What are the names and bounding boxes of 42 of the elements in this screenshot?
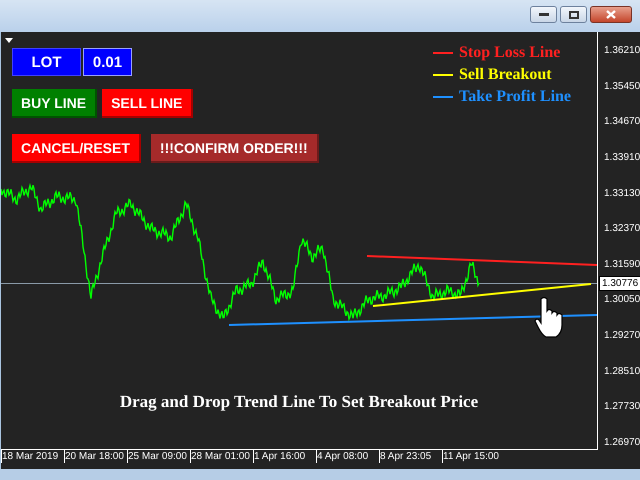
order-button[interactable]: SELL LINE — [102, 89, 194, 118]
lot-label: LOT — [12, 48, 81, 76]
time-tick: 4 Apr 08:00 — [316, 449, 379, 463]
legend-label: Take Profit Line — [459, 88, 572, 106]
price-tick: 1.29270 — [603, 330, 640, 342]
price-tick: 1.33130 — [603, 188, 640, 200]
maximize-button[interactable] — [560, 6, 587, 23]
price-tick: 1.32370 — [603, 223, 640, 236]
close-button[interactable] — [590, 6, 632, 23]
maximize-icon — [568, 10, 578, 18]
price-tick: 1.36210 — [603, 45, 640, 57]
price-tick: 1.26970 — [603, 436, 640, 449]
price-tick: 1.31590 — [603, 258, 640, 271]
hand-cursor-icon — [534, 296, 563, 338]
time-tick: 18 Mar 2019 — [1, 449, 64, 463]
price-tick: 1.27730 — [603, 401, 640, 414]
stop-loss-line[interactable] — [366, 255, 597, 266]
minimize-icon — [538, 12, 548, 16]
order-button[interactable]: BUY LINE — [12, 89, 98, 118]
time-tick: 28 Mar 01:00 — [190, 449, 253, 463]
time-tick: 1 Apr 16:00 — [253, 449, 316, 463]
take-profit-line[interactable] — [228, 314, 597, 326]
lot-input[interactable]: 0.01 — [83, 48, 132, 76]
order-button[interactable]: !!!CONFIRM ORDER!!! — [150, 134, 319, 163]
current-price-label: 1.30776 — [599, 276, 640, 291]
close-icon — [606, 10, 616, 19]
minimize-button[interactable] — [530, 6, 557, 23]
price-tick: 1.28510 — [603, 366, 640, 378]
time-tick: 25 Mar 09:00 — [127, 449, 190, 463]
price-tick: 1.34670 — [603, 116, 640, 128]
time-tick: 8 Apr 23:05 — [379, 449, 442, 463]
price-tick: 1.33910 — [603, 152, 640, 164]
time-tick: 11 Apr 15:00 — [442, 449, 505, 463]
chart-caption: Drag and Drop Trend Line To Set Breakout Price — [118, 392, 480, 412]
legend-label: Stop Loss Line — [459, 44, 560, 62]
time-tick: 20 Mar 18:00 — [64, 449, 127, 463]
price-tick: 1.35450 — [603, 80, 640, 93]
legend-label: Sell Breakout — [459, 66, 552, 84]
price-tick: 1.30050 — [603, 294, 640, 306]
order-button[interactable]: CANCEL/RESET — [12, 134, 141, 163]
breakout-line[interactable] — [372, 283, 592, 307]
dropdown-icon[interactable] — [5, 38, 13, 43]
